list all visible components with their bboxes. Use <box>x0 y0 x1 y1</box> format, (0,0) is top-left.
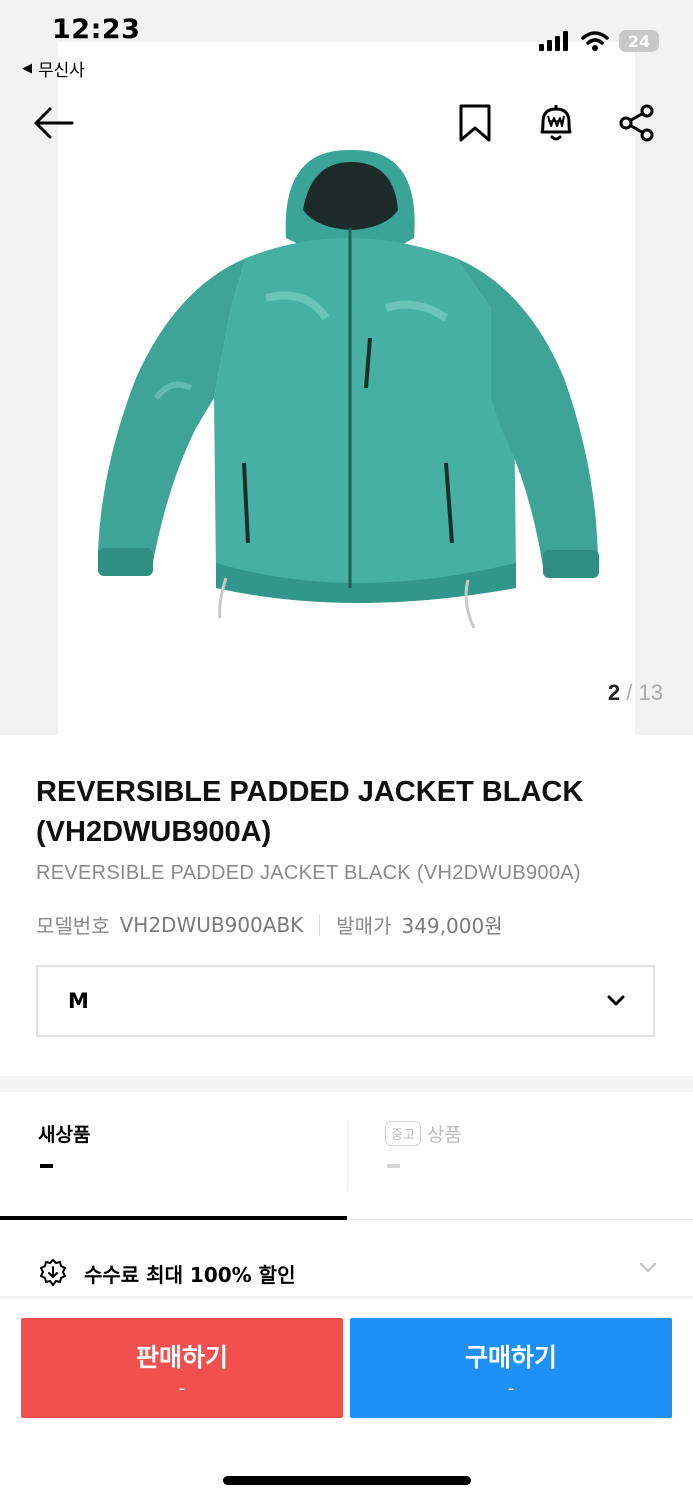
share-icon <box>619 104 654 142</box>
price-alert-button[interactable] <box>533 100 579 146</box>
section-divider <box>0 1076 693 1092</box>
home-indicator[interactable] <box>223 1476 471 1485</box>
tab-used-title: 중고 상품 <box>385 1120 462 1147</box>
bookmark-icon <box>459 104 491 142</box>
price-alert-bell-icon <box>540 105 572 141</box>
sell-button-price: - <box>178 1377 186 1399</box>
size-select-value: M <box>68 989 89 1013</box>
used-badge: 중고 <box>385 1121 421 1146</box>
back-arrow-icon <box>34 107 74 139</box>
tab-used-product[interactable]: 중고 상품 <box>347 1092 693 1220</box>
tab-separator <box>347 1120 348 1190</box>
fee-discount-label: 수수료 최대 100% 할인 <box>84 1262 296 1287</box>
model-number-value: VH2DWUB900ABK <box>119 912 304 937</box>
sell-button[interactable]: 판매하기 - <box>21 1318 343 1418</box>
tab-new-price <box>40 1164 53 1168</box>
product-meta: 모델번호 VH2DWUB900ABK 발매가 349,000원 <box>36 910 503 939</box>
fee-chevron-down-icon[interactable] <box>639 1262 657 1274</box>
tab-used-label: 상품 <box>426 1124 462 1146</box>
release-price-value: 349,000원 <box>401 914 503 938</box>
product-title: REVERSIBLE PADDED JACKET BLACK (VH2DWUB9… <box>36 776 584 848</box>
fee-discount-row[interactable]: 수수료 최대 100% 할인 <box>38 1258 295 1288</box>
discount-badge-icon <box>40 1259 66 1286</box>
image-counter-separator: / <box>626 680 633 705</box>
image-counter: 2 / 13 <box>608 680 663 706</box>
status-time: 12:23 <box>52 14 141 45</box>
product-subtitle: REVERSIBLE PADDED JACKET BLACK (VH2DWUB9… <box>36 862 581 884</box>
return-app-label: 무신사 <box>38 61 85 81</box>
meta-divider <box>319 913 321 936</box>
tab-used-price <box>387 1164 400 1168</box>
product-image-jacket <box>98 149 599 629</box>
release-price-label: 발매가 <box>336 914 392 938</box>
tab-new-label: 새상품 <box>38 1124 91 1146</box>
image-counter-current: 2 <box>607 680 621 705</box>
return-to-app-link[interactable]: ◀ 무신사 <box>22 56 85 81</box>
size-select[interactable]: M <box>36 965 655 1037</box>
buy-button[interactable]: 구매하기 - <box>350 1318 672 1418</box>
buy-button-label: 구매하기 <box>464 1342 557 1372</box>
back-button[interactable] <box>30 100 76 146</box>
share-button[interactable] <box>614 100 660 146</box>
sell-button-label: 판매하기 <box>135 1342 228 1372</box>
buy-button-price: - <box>507 1377 515 1399</box>
image-counter-total: 13 <box>638 680 663 705</box>
chevron-down-icon <box>607 995 625 1006</box>
model-number-label: 모델번호 <box>36 914 110 938</box>
wifi-icon <box>581 31 609 51</box>
bottom-bar-shadow <box>0 1296 693 1300</box>
tab-new-product[interactable]: 새상품 <box>0 1092 347 1220</box>
back-triangle-icon: ◀ <box>22 61 32 76</box>
status-icons: 24 <box>539 30 659 52</box>
battery-indicator: 24 <box>619 30 659 52</box>
tab-active-indicator <box>0 1216 347 1220</box>
signal-icon <box>539 31 568 51</box>
bookmark-button[interactable] <box>452 100 498 146</box>
